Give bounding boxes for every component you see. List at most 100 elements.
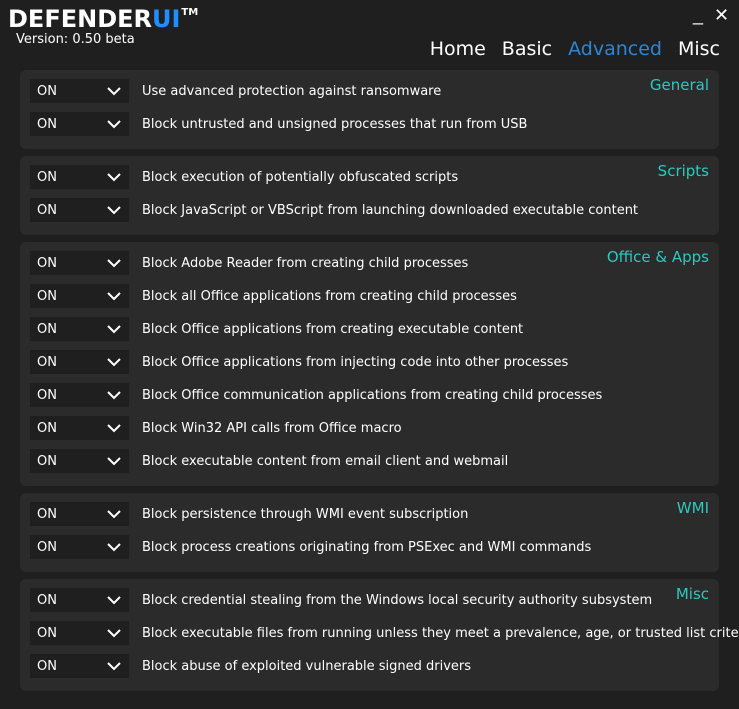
dropdown-value: ON [37, 354, 57, 370]
dropdown-value: ON [37, 539, 57, 555]
rule-row: ON Block persistence through WMI event su… [30, 502, 468, 526]
rule-state-dropdown[interactable]: ON [30, 79, 129, 103]
rule-label: Block abuse of exploited vulnerable sign… [142, 658, 472, 674]
rule-row: ON Block abuse of exploited vulnerable si… [30, 654, 471, 678]
chevron-down-icon [107, 543, 121, 552]
logo-accent: UI [152, 5, 181, 33]
version-label: Version: 0.50 beta [16, 32, 135, 47]
rule-label: Block Adobe Reader from creating child p… [142, 255, 469, 271]
rule-row: ON Block executable files from running un… [30, 621, 739, 645]
chevron-down-icon [107, 120, 121, 129]
chevron-down-icon [107, 206, 121, 215]
rule-row: ON Block credential stealing from the Win… [30, 588, 652, 612]
rule-state-dropdown[interactable]: ON [30, 502, 129, 526]
chevron-down-icon [107, 629, 121, 638]
close-icon[interactable]: ✕ [714, 6, 729, 24]
app-window: DEFENDERUITM Version: 0.50 beta _ ✕ Home… [0, 0, 739, 709]
chevron-down-icon [107, 510, 121, 519]
dropdown-value: ON [37, 288, 57, 304]
rule-label: Block credential stealing from the Windo… [142, 592, 653, 608]
rule-row: ON Block Adobe Reader from creating child… [30, 251, 468, 275]
rule-state-dropdown[interactable]: ON [30, 198, 129, 222]
nav-basic[interactable]: Basic [502, 38, 552, 60]
chevron-down-icon [107, 358, 121, 367]
dropdown-value: ON [37, 658, 57, 674]
chevron-down-icon [107, 662, 121, 671]
rule-label: Block untrusted and unsigned processes t… [142, 116, 528, 132]
dropdown-value: ON [37, 625, 57, 641]
section-misc: Misc ON Block credential stealing from the… [20, 579, 739, 691]
rule-row: ON Block Office applications from injecti… [30, 350, 568, 374]
section-wmi: WMI ON Block persistence through WMI event… [20, 493, 719, 572]
rule-state-dropdown[interactable]: ON [30, 165, 129, 189]
section-title: Office & Apps [606, 248, 709, 266]
rule-state-dropdown[interactable]: ON [30, 350, 129, 374]
chevron-down-icon [107, 596, 121, 605]
rule-row: ON Block executable content from email cl… [30, 449, 508, 473]
section-title: WMI [676, 499, 709, 517]
rule-label: Block all Office applications from creat… [142, 288, 517, 304]
rule-row: ON Block Office communication application… [30, 383, 602, 407]
dropdown-value: ON [37, 387, 57, 403]
dropdown-value: ON [37, 83, 57, 99]
chevron-down-icon [107, 391, 121, 400]
nav-home[interactable]: Home [430, 38, 486, 60]
chevron-down-icon [107, 292, 121, 301]
rule-state-dropdown[interactable]: ON [30, 621, 129, 645]
rule-state-dropdown[interactable]: ON [30, 416, 129, 440]
rule-label: Block process creations originating from… [142, 539, 592, 555]
dropdown-value: ON [37, 420, 57, 436]
rule-state-dropdown[interactable]: ON [30, 535, 129, 559]
dropdown-value: ON [37, 255, 57, 271]
rule-state-dropdown[interactable]: ON [30, 284, 129, 308]
chevron-down-icon [107, 87, 121, 96]
rule-label: Use advanced protection against ransomwa… [142, 83, 442, 99]
rule-row: ON Block Office applications from creatin… [30, 317, 523, 341]
rule-label: Block JavaScript or VBScript from launch… [142, 202, 639, 218]
rule-state-dropdown[interactable]: ON [30, 654, 129, 678]
dropdown-value: ON [37, 202, 57, 218]
chevron-down-icon [107, 325, 121, 334]
rule-label: Block Office applications from creating … [142, 321, 524, 337]
rule-label: Block executable content from email clie… [142, 453, 509, 469]
section-general: General ON Use advanced protection against… [20, 70, 719, 149]
dropdown-value: ON [37, 169, 57, 185]
nav-misc[interactable]: Misc [678, 38, 720, 60]
section-title: Misc [675, 585, 709, 603]
logo-main: DEFENDER [8, 5, 152, 33]
rule-state-dropdown[interactable]: ON [30, 588, 129, 612]
rule-row: ON Block Win32 API calls from Office macr… [30, 416, 402, 440]
rule-state-dropdown[interactable]: ON [30, 112, 129, 136]
dropdown-value: ON [37, 116, 57, 132]
rule-row: ON Block JavaScript or VBScript from laun… [30, 198, 638, 222]
chevron-down-icon [107, 424, 121, 433]
rule-label: Block persistence through WMI event subs… [142, 506, 469, 522]
dropdown-value: ON [37, 453, 57, 469]
chevron-down-icon [107, 457, 121, 466]
rule-label: Block Office applications from injecting… [142, 354, 569, 370]
rule-row: ON Use advanced protection against ransom… [30, 79, 441, 103]
dropdown-value: ON [37, 321, 57, 337]
chevron-down-icon [107, 173, 121, 182]
rule-row: ON Block all Office applications from cre… [30, 284, 517, 308]
rule-row: ON Block process creations originating fr… [30, 535, 591, 559]
rule-state-dropdown[interactable]: ON [30, 449, 129, 473]
main-nav: Home Basic Advanced Misc [430, 38, 720, 60]
rule-label: Block executable files from running unle… [142, 625, 739, 641]
section-title: Scripts [657, 162, 709, 180]
logo-trademark: TM [181, 7, 199, 18]
minimize-icon[interactable]: _ [693, 6, 703, 24]
rule-row: ON Block execution of potentially obfusca… [30, 165, 458, 189]
rule-state-dropdown[interactable]: ON [30, 317, 129, 341]
section-office-apps: Office & Apps ON Block Adobe Reader from c… [20, 242, 719, 486]
rule-row: ON Block untrusted and unsigned processes… [30, 112, 527, 136]
rule-label: Block execution of potentially obfuscate… [142, 169, 459, 185]
nav-advanced[interactable]: Advanced [568, 38, 662, 60]
dropdown-value: ON [37, 506, 57, 522]
dropdown-value: ON [37, 592, 57, 608]
section-title: General [649, 76, 709, 94]
rule-state-dropdown[interactable]: ON [30, 251, 129, 275]
section-scripts: Scripts ON Block execution of potentially … [20, 156, 719, 235]
rule-label: Block Win32 API calls from Office macro [142, 420, 402, 436]
rule-state-dropdown[interactable]: ON [30, 383, 129, 407]
